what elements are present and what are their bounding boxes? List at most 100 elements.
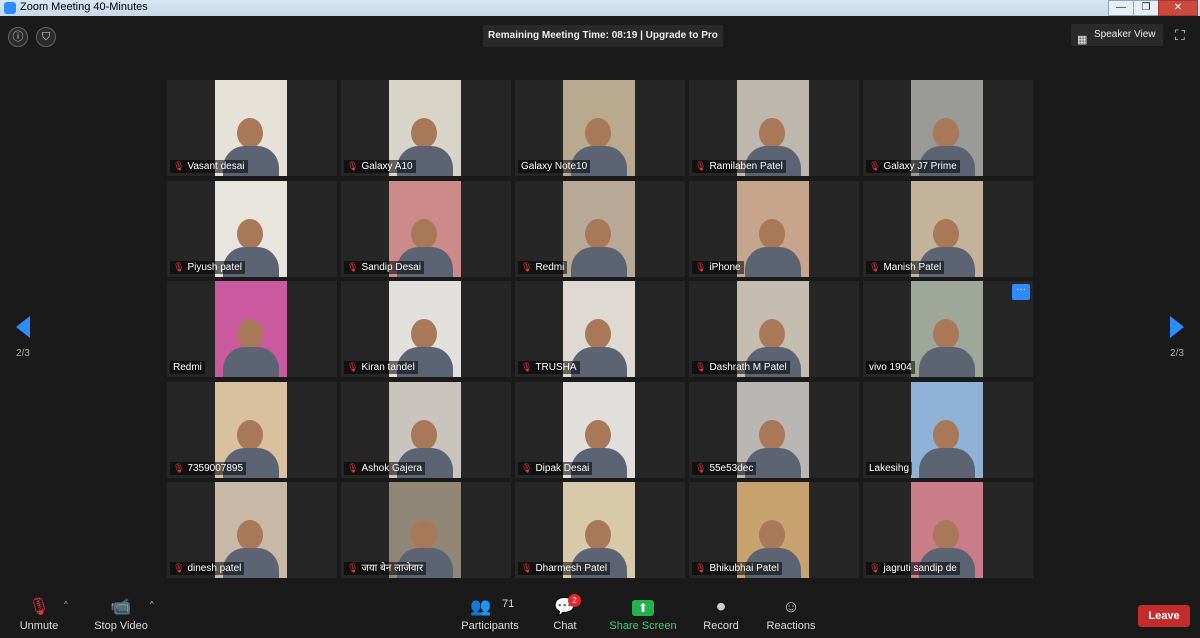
minimize-button[interactable]: — — [1108, 0, 1134, 16]
participant-tile[interactable]: 🎙 Manish Patel — [863, 181, 1033, 277]
participant-tile[interactable]: 🎙 Dharmesh Patel — [515, 482, 685, 578]
participant-name: Dashrath M Patel — [709, 362, 787, 373]
participant-tile[interactable]: 🎙 Dashrath M Patel — [689, 281, 859, 377]
next-page-button[interactable]: 2/3 — [1162, 316, 1192, 366]
fullscreen-icon[interactable]: ⛶ — [1175, 28, 1189, 42]
participant-tile[interactable]: 🎙 TRUSHA — [515, 281, 685, 377]
close-button[interactable]: ✕ — [1158, 0, 1198, 16]
participant-tile[interactable]: Redmi — [167, 281, 337, 377]
leave-meeting-button[interactable]: Leave — [1138, 605, 1190, 627]
participant-tile[interactable]: 🎙 Galaxy A10 — [341, 80, 511, 176]
participant-tile[interactable]: Galaxy Note10 — [515, 80, 685, 176]
gallery-grid: 🎙 Vasant desai 🎙 Galaxy A10 Galaxy Note10 🎙 Ra… — [167, 80, 1033, 578]
record-button[interactable]: ⏺ Record — [700, 588, 742, 638]
participant-name-label: Lakesihg — [866, 462, 913, 475]
audio-options-chevron-icon[interactable]: ^ — [64, 600, 68, 609]
participant-tile[interactable]: Lakesihg — [863, 382, 1033, 478]
muted-mic-icon: 🎙 — [521, 362, 533, 372]
chat-unread-badge: 2 — [568, 594, 581, 607]
share-screen-icon: ⬆ — [632, 600, 654, 616]
window-title-bar: Zoom Meeting 40-Minutes — ❐ ✕ — [0, 0, 1200, 16]
participant-tile[interactable]: 🎙 Kiran tandel — [341, 281, 511, 377]
participant-name-label: 🎙 dinesh patel — [170, 562, 245, 575]
microphone-muted-icon: 🎙 — [28, 597, 50, 616]
info-icon[interactable]: ⓘ — [8, 27, 28, 47]
participant-name-label: 🎙 Vasant desai — [170, 160, 248, 173]
participant-tile[interactable]: 🎙 Redmi — [515, 181, 685, 277]
participant-tile[interactable]: 🎙 Galaxy J7 Prime — [863, 80, 1033, 176]
previous-page-button[interactable]: 2/3 — [8, 316, 38, 366]
participant-name-label: 🎙 TRUSHA — [518, 361, 580, 374]
muted-mic-icon: 🎙 — [695, 262, 707, 272]
muted-mic-icon: 🎙 — [347, 362, 359, 372]
chat-button[interactable]: 💬 2 Chat — [543, 588, 587, 638]
arrow-right-icon — [1170, 316, 1184, 338]
record-label: Record — [703, 620, 739, 632]
participant-name: Redmi — [173, 362, 202, 373]
participant-name: Bhikubhai Patel — [709, 563, 779, 574]
arrow-left-icon — [16, 316, 30, 338]
participant-tile[interactable]: vivo 1904 ··· — [863, 281, 1033, 377]
participant-tile[interactable]: 🎙 Sandip Desai — [341, 181, 511, 277]
participant-tile[interactable]: 🎙 Bhikubhai Patel — [689, 482, 859, 578]
participant-name-label: 🎙 Dipak Desai — [518, 462, 593, 475]
participant-name: TRUSHA — [535, 362, 577, 373]
participant-name: Galaxy A10 — [361, 161, 413, 172]
maximize-button[interactable]: ❐ — [1133, 0, 1159, 16]
muted-mic-icon: 🎙 — [347, 463, 359, 473]
participant-name: Manish Patel — [883, 262, 942, 273]
stop-video-button[interactable]: 📹 Stop Video — [90, 588, 152, 638]
speaker-view-icon: ▦ — [1077, 34, 1088, 46]
participant-name-label: 🎙 Ashok Gajera — [344, 462, 426, 475]
unmute-button[interactable]: 🎙 Unmute — [10, 588, 68, 638]
participant-name-label: vivo 1904 — [866, 361, 915, 374]
muted-mic-icon: 🎙 — [695, 563, 707, 573]
page-indicator-right: 2/3 — [1170, 348, 1184, 359]
chat-label: Chat — [553, 620, 577, 632]
participant-name-label: 🎙 7359007895 — [170, 462, 247, 475]
participant-name: jagruti sandip de — [883, 563, 957, 574]
participant-name-label: 🎙 jagruti sandip de — [866, 562, 960, 575]
muted-mic-icon: 🎙 — [347, 161, 359, 171]
muted-mic-icon: 🎙 — [173, 563, 185, 573]
share-screen-button[interactable]: ⬆ Share Screen — [609, 588, 677, 638]
remaining-meeting-time-banner[interactable]: Remaining Meeting Time: 08:19 | Upgrade … — [483, 25, 723, 47]
participant-name: Galaxy J7 Prime — [883, 161, 957, 172]
page-indicator-left: 2/3 — [16, 348, 30, 359]
muted-mic-icon: 🎙 — [695, 161, 707, 171]
participant-name: iPhone — [709, 262, 741, 273]
security-shield-icon[interactable]: ⛉ — [36, 27, 56, 47]
video-options-chevron-icon[interactable]: ^ — [150, 600, 154, 609]
participant-video — [563, 181, 635, 277]
participant-tile[interactable]: 🎙 Piyush patel — [167, 181, 337, 277]
reactions-button[interactable]: ☺ Reactions — [764, 588, 818, 638]
muted-mic-icon: 🎙 — [173, 161, 185, 171]
participant-name-label: 🎙 जया बेन लाजेवार — [344, 562, 427, 575]
participant-tile[interactable]: 🎙 Ramilaben Patel — [689, 80, 859, 176]
participant-tile[interactable]: 🎙 iPhone — [689, 181, 859, 277]
muted-mic-icon: 🎙 — [521, 463, 533, 473]
speaker-view-button[interactable]: ▦ Speaker View — [1071, 24, 1163, 46]
participant-tile[interactable]: 🎙 7359007895 — [167, 382, 337, 478]
meeting-toolbar: 🎙 Unmute ^ 📹 Stop Video ^ 👥 71 Participa… — [0, 588, 1200, 638]
participant-name-label: 🎙 iPhone — [692, 261, 744, 274]
reactions-label: Reactions — [766, 620, 816, 632]
participant-name-label: 🎙 Dharmesh Patel — [518, 562, 611, 575]
participant-video — [215, 281, 287, 377]
muted-mic-icon: 🎙 — [695, 463, 707, 473]
participant-tile[interactable]: 🎙 Dipak Desai — [515, 382, 685, 478]
participant-name-label: Redmi — [170, 361, 205, 374]
participant-tile[interactable]: 🎙 जया बेन लाजेवार — [341, 482, 511, 578]
participants-button[interactable]: 👥 71 Participants — [458, 588, 522, 638]
participant-tile[interactable]: 🎙 Ashok Gajera — [341, 382, 511, 478]
participant-tile[interactable]: 🎙 dinesh patel — [167, 482, 337, 578]
participant-name-label: 🎙 Kiran tandel — [344, 361, 418, 374]
participant-name: Sandip Desai — [361, 262, 421, 273]
participant-tile[interactable]: 🎙 55e53dec — [689, 382, 859, 478]
participant-tile[interactable]: 🎙 Vasant desai — [167, 80, 337, 176]
participant-name: Ramilaben Patel — [709, 161, 783, 172]
participant-tile[interactable]: 🎙 jagruti sandip de — [863, 482, 1033, 578]
participant-name: Vasant desai — [187, 161, 245, 172]
participant-name: 55e53dec — [709, 463, 754, 474]
more-options-button[interactable]: ··· — [1012, 284, 1030, 300]
